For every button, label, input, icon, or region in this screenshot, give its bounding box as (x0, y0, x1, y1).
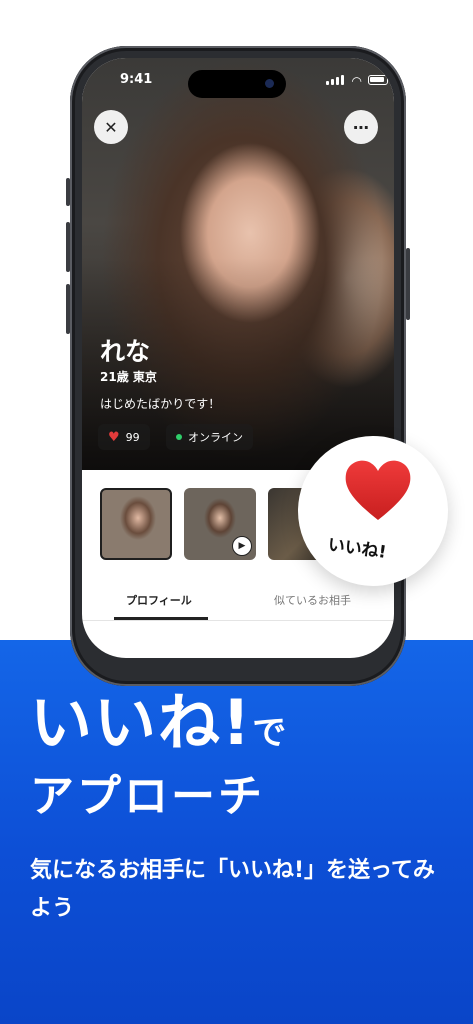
like-badge[interactable]: いいね! (298, 436, 448, 586)
signal-icon (326, 75, 344, 85)
phone-volume-down (66, 284, 70, 334)
like-badge-label: いいね! (326, 534, 388, 563)
dynamic-island (188, 70, 286, 98)
close-button[interactable]: ✕ (94, 110, 128, 144)
online-chip: オンライン (166, 424, 253, 450)
phone-mute-switch (66, 178, 70, 206)
online-dot-icon (176, 434, 182, 440)
more-options-button[interactable]: ⋯ (344, 110, 378, 144)
online-status: オンライン (188, 431, 243, 444)
headline-line-2: アプローチ (30, 771, 265, 822)
more-icon: ⋯ (353, 117, 369, 137)
wifi-icon: ◠ (351, 74, 362, 88)
big-heart-icon (345, 460, 411, 520)
profile-name: れな (100, 337, 151, 366)
likes-count: 99 (125, 430, 140, 444)
status-time: 9:41 (120, 72, 153, 87)
status-bar: 9:41 ◠ (82, 70, 394, 98)
tab-similar-users[interactable]: 似ているお相手 (274, 592, 351, 608)
close-icon: ✕ (104, 117, 118, 137)
battery-icon (368, 75, 388, 85)
play-icon[interactable]: ▶ (232, 536, 252, 556)
phone-power-button (406, 248, 410, 320)
thumbnail-1[interactable] (100, 488, 172, 560)
camera-dot (265, 79, 274, 88)
heart-icon: ♥ (108, 429, 120, 445)
profile-tabs: プロフィール 似ているお相手 (82, 586, 394, 621)
headline-suffix: で (252, 713, 289, 753)
likes-chip: ♥ 99 (98, 424, 150, 450)
active-tab-indicator (114, 617, 208, 620)
thumbnail-2[interactable]: ▶ (184, 488, 256, 560)
profile-age-city: 21歳 東京 (100, 370, 157, 384)
phone-volume-up (66, 222, 70, 272)
tab-profile[interactable]: プロフィール (126, 592, 192, 608)
headline-main: いいね! (30, 686, 253, 759)
promo-subtext: 気になるお相手に「いいね!」を送ってみよう (30, 858, 435, 921)
headline-line-1: いいね!で (30, 672, 288, 762)
profile-intro: はじめたばかりです！ (100, 397, 221, 411)
